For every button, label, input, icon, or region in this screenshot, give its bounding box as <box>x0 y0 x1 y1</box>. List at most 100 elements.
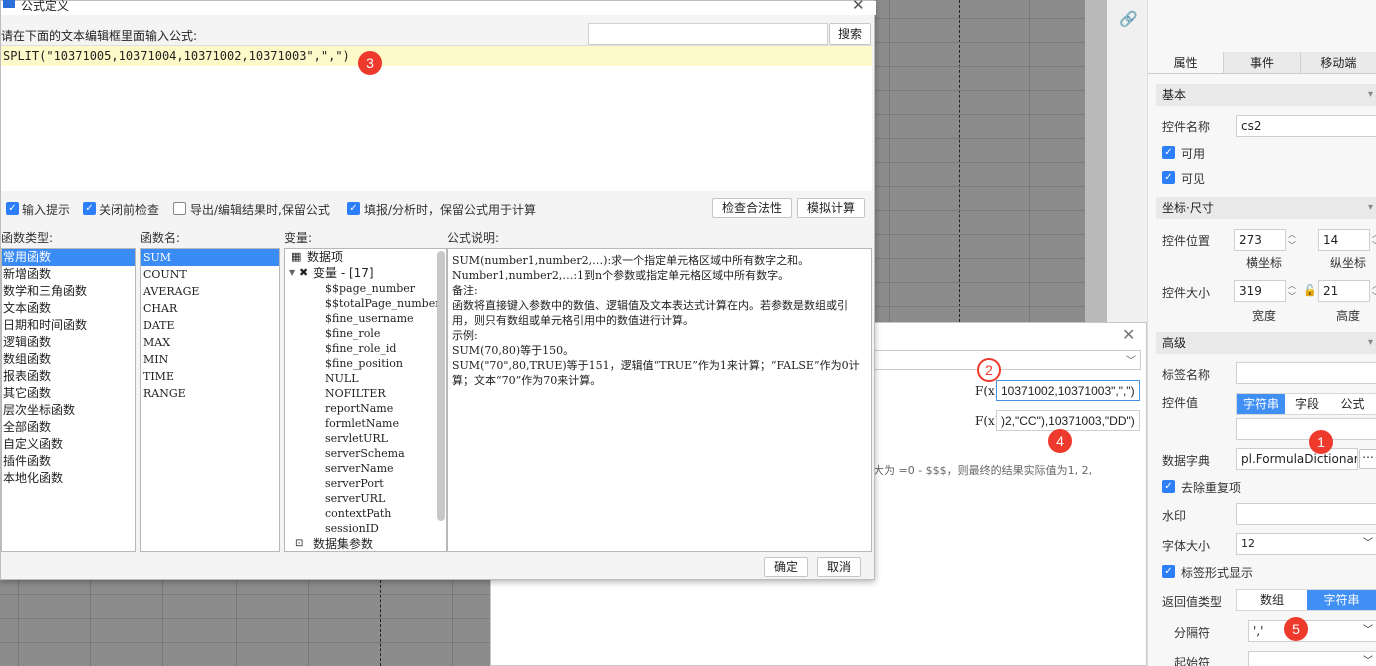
height-spinner[interactable]: ︿﹀ <box>1370 280 1376 302</box>
list-item[interactable]: TIME <box>141 368 279 385</box>
ok-button[interactable]: 确定 <box>764 557 808 577</box>
tab-mobile[interactable]: 移动端 <box>1300 52 1376 73</box>
scrollbar[interactable] <box>437 251 445 521</box>
link-icon[interactable]: 🔗 <box>1119 10 1138 28</box>
list-item[interactable]: $fine_role <box>325 326 446 341</box>
list-item[interactable]: 自定义函数 <box>2 436 135 453</box>
option-checkbox-check[interactable]: ✓ <box>83 202 96 215</box>
option-checkbox-keep-export[interactable] <box>173 202 186 215</box>
list-item[interactable]: serverURL <box>325 491 446 506</box>
font-size-select[interactable]: 12 ﹀ <box>1236 533 1376 555</box>
list-item[interactable]: 逻辑函数 <box>2 334 135 351</box>
search-button[interactable]: 搜索 <box>829 23 871 45</box>
list-item[interactable]: formletName <box>325 416 446 431</box>
width-input[interactable]: 319 <box>1234 280 1286 302</box>
list-item[interactable]: 文本函数 <box>2 300 135 317</box>
list-item[interactable]: MAX <box>141 334 279 351</box>
list-item[interactable]: 数学和三角函数 <box>2 283 135 300</box>
pos-x-input[interactable]: 273 <box>1234 229 1286 251</box>
list-item[interactable]: servletURL <box>325 431 446 446</box>
list-item[interactable]: serverPort <box>325 476 446 491</box>
pos-y-input[interactable]: 14 <box>1318 229 1370 251</box>
list-item[interactable]: RANGE <box>141 385 279 402</box>
list-item[interactable]: 插件函数 <box>2 453 135 470</box>
check-validity-button[interactable]: 检查合法性 <box>712 198 792 218</box>
watermark-input[interactable] <box>1236 503 1376 525</box>
tree-node-dataset-params[interactable]: ⊡ 数据集参数 <box>285 536 446 551</box>
value-mode-string[interactable]: 字符串 <box>1237 394 1285 414</box>
list-item[interactable]: CHAR <box>141 300 279 317</box>
tab-events[interactable]: 事件 <box>1224 52 1301 73</box>
close-icon[interactable]: ✕ <box>852 0 865 14</box>
simulate-button[interactable]: 模拟计算 <box>797 198 865 218</box>
separator-select[interactable]: ',' ﹀ <box>1248 620 1376 642</box>
list-item[interactable]: contextPath <box>325 506 446 521</box>
list-item[interactable]: AVERAGE <box>141 283 279 300</box>
tag-display-checkbox[interactable]: ✓ <box>1162 565 1175 578</box>
list-item[interactable]: 数组函数 <box>2 351 135 368</box>
height-caption: 高度 <box>1336 309 1361 323</box>
start-select[interactable]: ﹀ <box>1248 651 1376 666</box>
list-item[interactable]: sessionID <box>325 521 446 536</box>
list-item[interactable]: 日期和时间函数 <box>2 317 135 334</box>
list-item[interactable]: $$totalPage_number <box>325 296 446 311</box>
option-checkbox-keep-calc[interactable]: ✓ <box>347 202 360 215</box>
tab-properties[interactable]: 属性 <box>1148 52 1225 73</box>
visible-label: 可见 <box>1181 172 1206 186</box>
list-item[interactable]: NULL <box>325 371 446 386</box>
list-item[interactable]: 全部函数 <box>2 419 135 436</box>
list-item[interactable]: SUM <box>141 249 279 266</box>
pos-x-spinner[interactable]: ︿ ﹀ <box>1286 229 1298 251</box>
section-basic[interactable]: 基本 ▾ <box>1156 84 1376 106</box>
dictionary-more-button[interactable]: ⋯ <box>1359 449 1376 469</box>
option-checkbox-hint[interactable]: ✓ <box>6 202 19 215</box>
list-item[interactable]: reportName <box>325 401 446 416</box>
dedupe-checkbox[interactable]: ✓ <box>1162 480 1175 493</box>
enabled-checkbox[interactable]: ✓ <box>1162 146 1175 159</box>
list-item[interactable]: 其它函数 <box>2 385 135 402</box>
list-item[interactable]: $fine_position <box>325 356 446 371</box>
return-type-array[interactable]: 数组 <box>1237 590 1307 610</box>
tree-node-variables[interactable]: ▼ ✖ 变量 - [17] <box>285 265 446 281</box>
dictionary-input[interactable]: pl.FormulaDictionary <box>1236 448 1358 470</box>
list-item[interactable]: $fine_role_id <box>325 341 446 356</box>
formula-field-1[interactable]: 10371002,10371003",",") <box>996 380 1140 401</box>
list-item[interactable]: 常用函数 <box>2 249 135 266</box>
list-item[interactable]: 报表函数 <box>2 368 135 385</box>
pos-y-spinner[interactable]: ︿﹀ <box>1370 229 1376 251</box>
list-item[interactable]: $fine_username <box>325 311 446 326</box>
list-item[interactable]: NOFILTER <box>325 386 446 401</box>
visible-checkbox[interactable]: ✓ <box>1162 171 1175 184</box>
list-item[interactable]: 本地化函数 <box>2 470 135 487</box>
close-icon[interactable]: ✕ <box>1122 325 1135 344</box>
list-item[interactable]: COUNT <box>141 266 279 283</box>
list-item[interactable]: serverName <box>325 461 446 476</box>
list-item[interactable]: DATE <box>141 317 279 334</box>
formula-line[interactable]: SPLIT("10371005,10371004,10371002,103710… <box>1 46 872 66</box>
return-type-string[interactable]: 字符串 <box>1307 590 1376 610</box>
list-item[interactable]: MIN <box>141 351 279 368</box>
description-text: SUM(number1,number2,…):求一个指定单元格区域中所有数字之和… <box>448 249 871 392</box>
formula-editor[interactable]: SPLIT("10371005,10371004,10371002,103710… <box>1 45 872 191</box>
control-name-input[interactable]: cs2 <box>1236 115 1376 137</box>
cancel-button[interactable]: 取消 <box>817 557 861 577</box>
section-advanced[interactable]: 高级 ▾ <box>1156 332 1376 354</box>
search-input[interactable] <box>588 23 828 45</box>
tree-node-data-item[interactable]: ▦ 数据项 <box>285 249 446 265</box>
spreadsheet-grid-bottom <box>0 580 490 666</box>
lock-icon[interactable]: 🔓 <box>1303 284 1317 297</box>
value-mode-field[interactable]: 字段 <box>1285 394 1329 414</box>
tag-name-input[interactable] <box>1236 362 1376 384</box>
formula-field-2[interactable]: )2,"CC"),10371003,"DD") <box>996 410 1140 431</box>
width-spinner[interactable]: ︿ ﹀ <box>1286 280 1298 302</box>
height-input[interactable]: 21 <box>1318 280 1370 302</box>
variable-tree: ▦ 数据项 ▼ ✖ 变量 - [17] $$page_number $$total… <box>284 248 447 552</box>
list-item[interactable]: $$page_number <box>325 281 446 296</box>
value-mode-formula[interactable]: 公式 <box>1329 394 1376 414</box>
list-item[interactable]: 新增函数 <box>2 266 135 283</box>
value-input[interactable] <box>1236 418 1376 440</box>
list-item[interactable]: serverSchema <box>325 446 446 461</box>
section-coords[interactable]: 坐标·尺寸 ▾ <box>1156 197 1376 219</box>
collapse-icon[interactable]: ▼ <box>289 265 295 281</box>
list-item[interactable]: 层次坐标函数 <box>2 402 135 419</box>
